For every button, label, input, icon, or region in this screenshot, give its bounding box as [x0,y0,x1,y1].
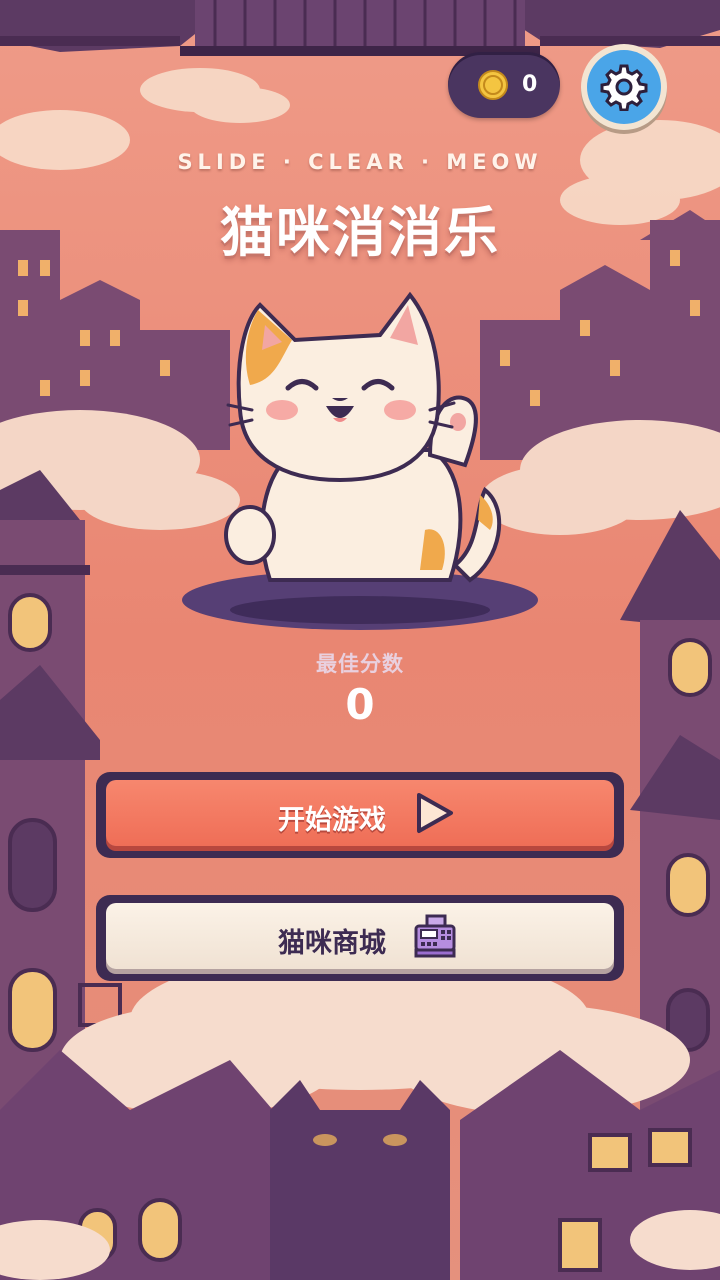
coin-count: 0 [522,72,538,97]
game-title: 猫咪消消乐 [220,201,500,264]
play-icon [417,793,453,833]
coin-icon [478,70,508,100]
start-game-label: 开始游戏 [278,805,386,836]
cat-shop-button[interactable]: 猫咪商城 [96,895,624,981]
best-score-value: 0 [345,680,375,729]
best-score-label: 最佳分数 [316,652,404,676]
cat-shop-label: 猫咪商城 [278,928,386,959]
game-screen: { "hud": { "coins": "0", "settings_icon"… [0,0,720,1280]
cash-register-icon [414,914,456,958]
cat-mascot [182,291,538,630]
settings-button[interactable] [581,44,667,130]
subtitle: SLIDE · CLEAR · MEOW [177,150,543,174]
coin-counter: 0 [448,52,560,118]
gear-icon [600,64,648,111]
start-game-button[interactable]: 开始游戏 [96,772,624,858]
